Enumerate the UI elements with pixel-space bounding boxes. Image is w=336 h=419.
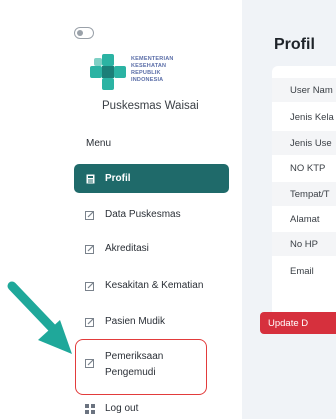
field-label: No HP — [272, 232, 336, 256]
field-label: Jenis Use — [272, 131, 336, 155]
sidebar-item-label: Pasien Mudik — [105, 316, 166, 327]
sidebar-item-label: Log out — [105, 403, 139, 414]
org-name: Puskesmas Waisai — [102, 100, 199, 112]
edit-icon — [85, 358, 95, 368]
sidebar-item-pemeriksaan-pengemudi[interactable]: Pemeriksaan Pengemudi — [74, 349, 229, 383]
id-card-icon — [85, 174, 95, 184]
update-button[interactable]: Update D — [260, 312, 336, 334]
edit-icon — [85, 281, 95, 291]
grid-icon — [85, 404, 95, 414]
logo-line: REPUBLIK — [131, 70, 161, 76]
profile-card: User Nam Jenis Kela Jenis Use NO KTP Tem… — [272, 66, 336, 328]
sidebar-item-label: Kesakitan & Kematian — [105, 280, 204, 291]
edit-icon — [85, 244, 95, 254]
sidebar-item-label: Data Puskesmas — [105, 209, 181, 220]
sidebar-item-akreditasi[interactable]: Akreditasi — [74, 240, 229, 258]
sidebar: KEMENTERIAN KESEHATAN REPUBLIK INDONESIA… — [0, 0, 242, 419]
toggle-knob — [77, 30, 83, 36]
field-label: Jenis Kela — [290, 111, 334, 123]
logo-line: INDONESIA — [131, 77, 164, 83]
edit-icon — [85, 317, 95, 327]
sidebar-item-kesakitan-kematian[interactable]: Kesakitan & Kematian — [74, 277, 229, 295]
logo-line: KEMENTERIAN — [131, 56, 174, 62]
pointer-arrow-icon — [7, 281, 72, 354]
sidebar-item-data-puskesmas[interactable]: Data Puskesmas — [74, 206, 229, 224]
page-title: Profil — [274, 36, 315, 53]
label-line: Pengemudi — [105, 367, 156, 378]
menu-heading: Menu — [86, 138, 112, 149]
theme-toggle[interactable] — [74, 27, 94, 39]
sidebar-item-pasien-mudik[interactable]: Pasien Mudik — [74, 313, 229, 331]
sidebar-item-label: Pemeriksaan Pengemudi — [105, 349, 163, 381]
sidebar-item-profil[interactable]: Profil — [74, 164, 229, 193]
kemenkes-logo-icon — [90, 54, 126, 90]
field-label: Email — [290, 265, 314, 277]
main-content: Profil User Nam Jenis Kela Jenis Use NO … — [254, 0, 336, 419]
sidebar-item-logout[interactable]: Log out — [74, 401, 229, 417]
field-label: Alamat — [290, 213, 320, 225]
field-label: NO KTP — [290, 162, 326, 174]
field-label: Tempat/T — [272, 182, 336, 206]
sidebar-item-label: Profil — [105, 172, 131, 184]
logo-line: KESEHATAN — [131, 63, 167, 69]
label-line: Pemeriksaan — [105, 351, 164, 362]
field-label: User Nam — [272, 78, 336, 102]
edit-icon — [85, 210, 95, 220]
sidebar-item-label: Akreditasi — [105, 243, 149, 254]
logo-text: KEMENTERIAN KESEHATAN REPUBLIK INDONESIA — [131, 56, 174, 84]
kemenkes-logo: KEMENTERIAN KESEHATAN REPUBLIK INDONESIA — [88, 52, 188, 92]
